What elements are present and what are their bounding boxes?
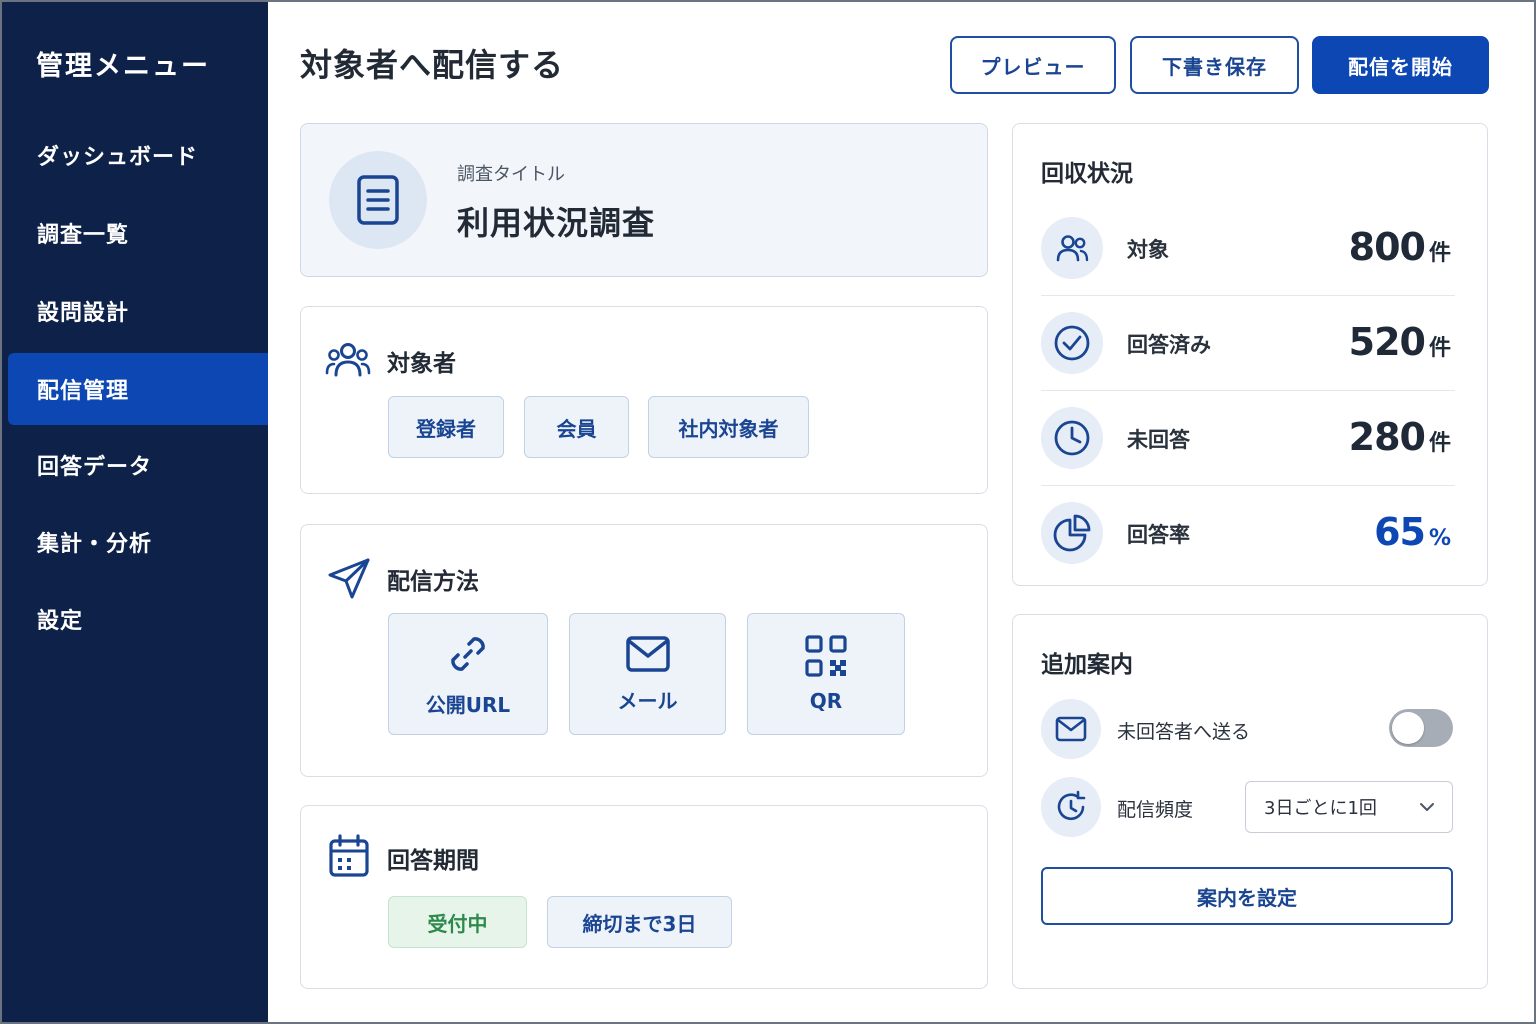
start-distribution-button[interactable]: 配信を開始 [1312,36,1489,94]
stats-title: 回収状況 [1041,161,1133,187]
period-title: 回答期間 [387,848,479,874]
survey-title-card: 調査タイトル 利用状況調査 [300,123,988,277]
period-card: 回答期間 受付中 締切まで3日 [300,805,988,989]
audience-chip-member[interactable]: 会員 [524,396,629,458]
frequency-select-value: 3日ごとに1回 [1264,798,1377,819]
mail-icon [625,635,670,672]
method-email-label: メール [617,688,678,713]
reminder-card: 追加案内 未回答者へ送る 配信頻度 3日ごとに1回 案内を設定 [1012,614,1488,989]
audience-title: 対象者 [387,351,456,377]
method-public-url-button[interactable]: 公開URL [388,613,548,735]
send-unanswered-label: 未回答者へ送る [1117,721,1251,743]
stat-label-answered: 回答済み [1127,333,1211,357]
sidebar-item-response-data[interactable]: 回答データ [8,429,268,501]
sidebar-item-question-design[interactable]: 設問設計 [8,275,268,347]
sidebar: 管理メニュー ダッシュボード 調査一覧 設問設計 配信管理 回答データ 集計・分… [0,0,268,1024]
sidebar-title: 管理メニュー [36,51,210,82]
stat-value-answered: 520 件 [1348,320,1451,364]
check-circle-icon [1041,312,1103,374]
sidebar-item-distribution[interactable]: 配信管理 [8,353,268,425]
send-icon [327,557,371,605]
calendar-icon [328,834,370,882]
stat-value-unanswered: 280 件 [1348,415,1451,459]
stat-row-unanswered: 未回答 280 件 [1041,391,1455,486]
collection-status-card: 回収状況 対象 800 件 回答済み 520 件 未回答 280 件 回答率 6… [1012,123,1488,586]
method-qr-button[interactable]: QR [747,613,905,735]
stat-row-target: 対象 800 件 [1041,201,1455,296]
audience-chip-registered[interactable]: 登録者 [388,396,504,458]
stat-value-response-rate: 65 % [1374,510,1451,554]
deadline-badge: 締切まで3日 [547,896,732,948]
frequency-select[interactable]: 3日ごとに1回 [1245,781,1453,833]
survey-title-label: 調査タイトル [457,164,565,185]
stat-label-unanswered: 未回答 [1127,428,1190,452]
method-title: 配信方法 [387,569,479,595]
stat-label-target: 対象 [1127,238,1169,262]
method-qr-label: QR [809,689,843,713]
reminder-title: 追加案内 [1041,652,1133,678]
frequency-label: 配信頻度 [1117,799,1194,821]
users-icon [1041,217,1103,279]
audience-card: 対象者 登録者 会員 社内対象者 [300,306,988,494]
sidebar-item-settings[interactable]: 設定 [8,583,268,655]
stat-row-answered: 回答済み 520 件 [1041,296,1455,391]
stat-label-response-rate: 回答率 [1127,523,1190,547]
send-unanswered-toggle[interactable] [1389,709,1453,747]
survey-title-value: 利用状況調査 [457,204,656,242]
pie-chart-icon [1041,502,1103,564]
users-icon [325,341,371,383]
stat-row-response-rate: 回答率 65 % [1041,486,1455,581]
link-icon [451,636,485,671]
refresh-clock-icon [1041,777,1101,837]
chevron-down-icon [1418,798,1436,821]
clock-icon [1041,407,1103,469]
method-email-button[interactable]: メール [569,613,726,735]
sidebar-item-survey-list[interactable]: 調査一覧 [8,197,268,269]
status-badge: 受付中 [388,896,527,948]
stat-value-target: 800 件 [1348,225,1451,269]
sidebar-item-analysis[interactable]: 集計・分析 [8,506,268,578]
preview-button[interactable]: プレビュー [950,36,1116,94]
setup-reminder-button[interactable]: 案内を設定 [1041,867,1453,925]
toggle-knob [1392,712,1424,744]
sidebar-item-dashboard[interactable]: ダッシュボード [8,119,268,191]
qr-code-icon [805,635,847,677]
document-icon [329,151,427,249]
save-draft-button[interactable]: 下書き保存 [1130,36,1299,94]
method-public-url-label: 公開URL [425,692,511,717]
mail-icon [1041,699,1101,759]
audience-chip-internal[interactable]: 社内対象者 [648,396,809,458]
method-card: 配信方法 公開URL メール QR [300,524,988,777]
page-title: 対象者へ配信する [300,46,565,84]
